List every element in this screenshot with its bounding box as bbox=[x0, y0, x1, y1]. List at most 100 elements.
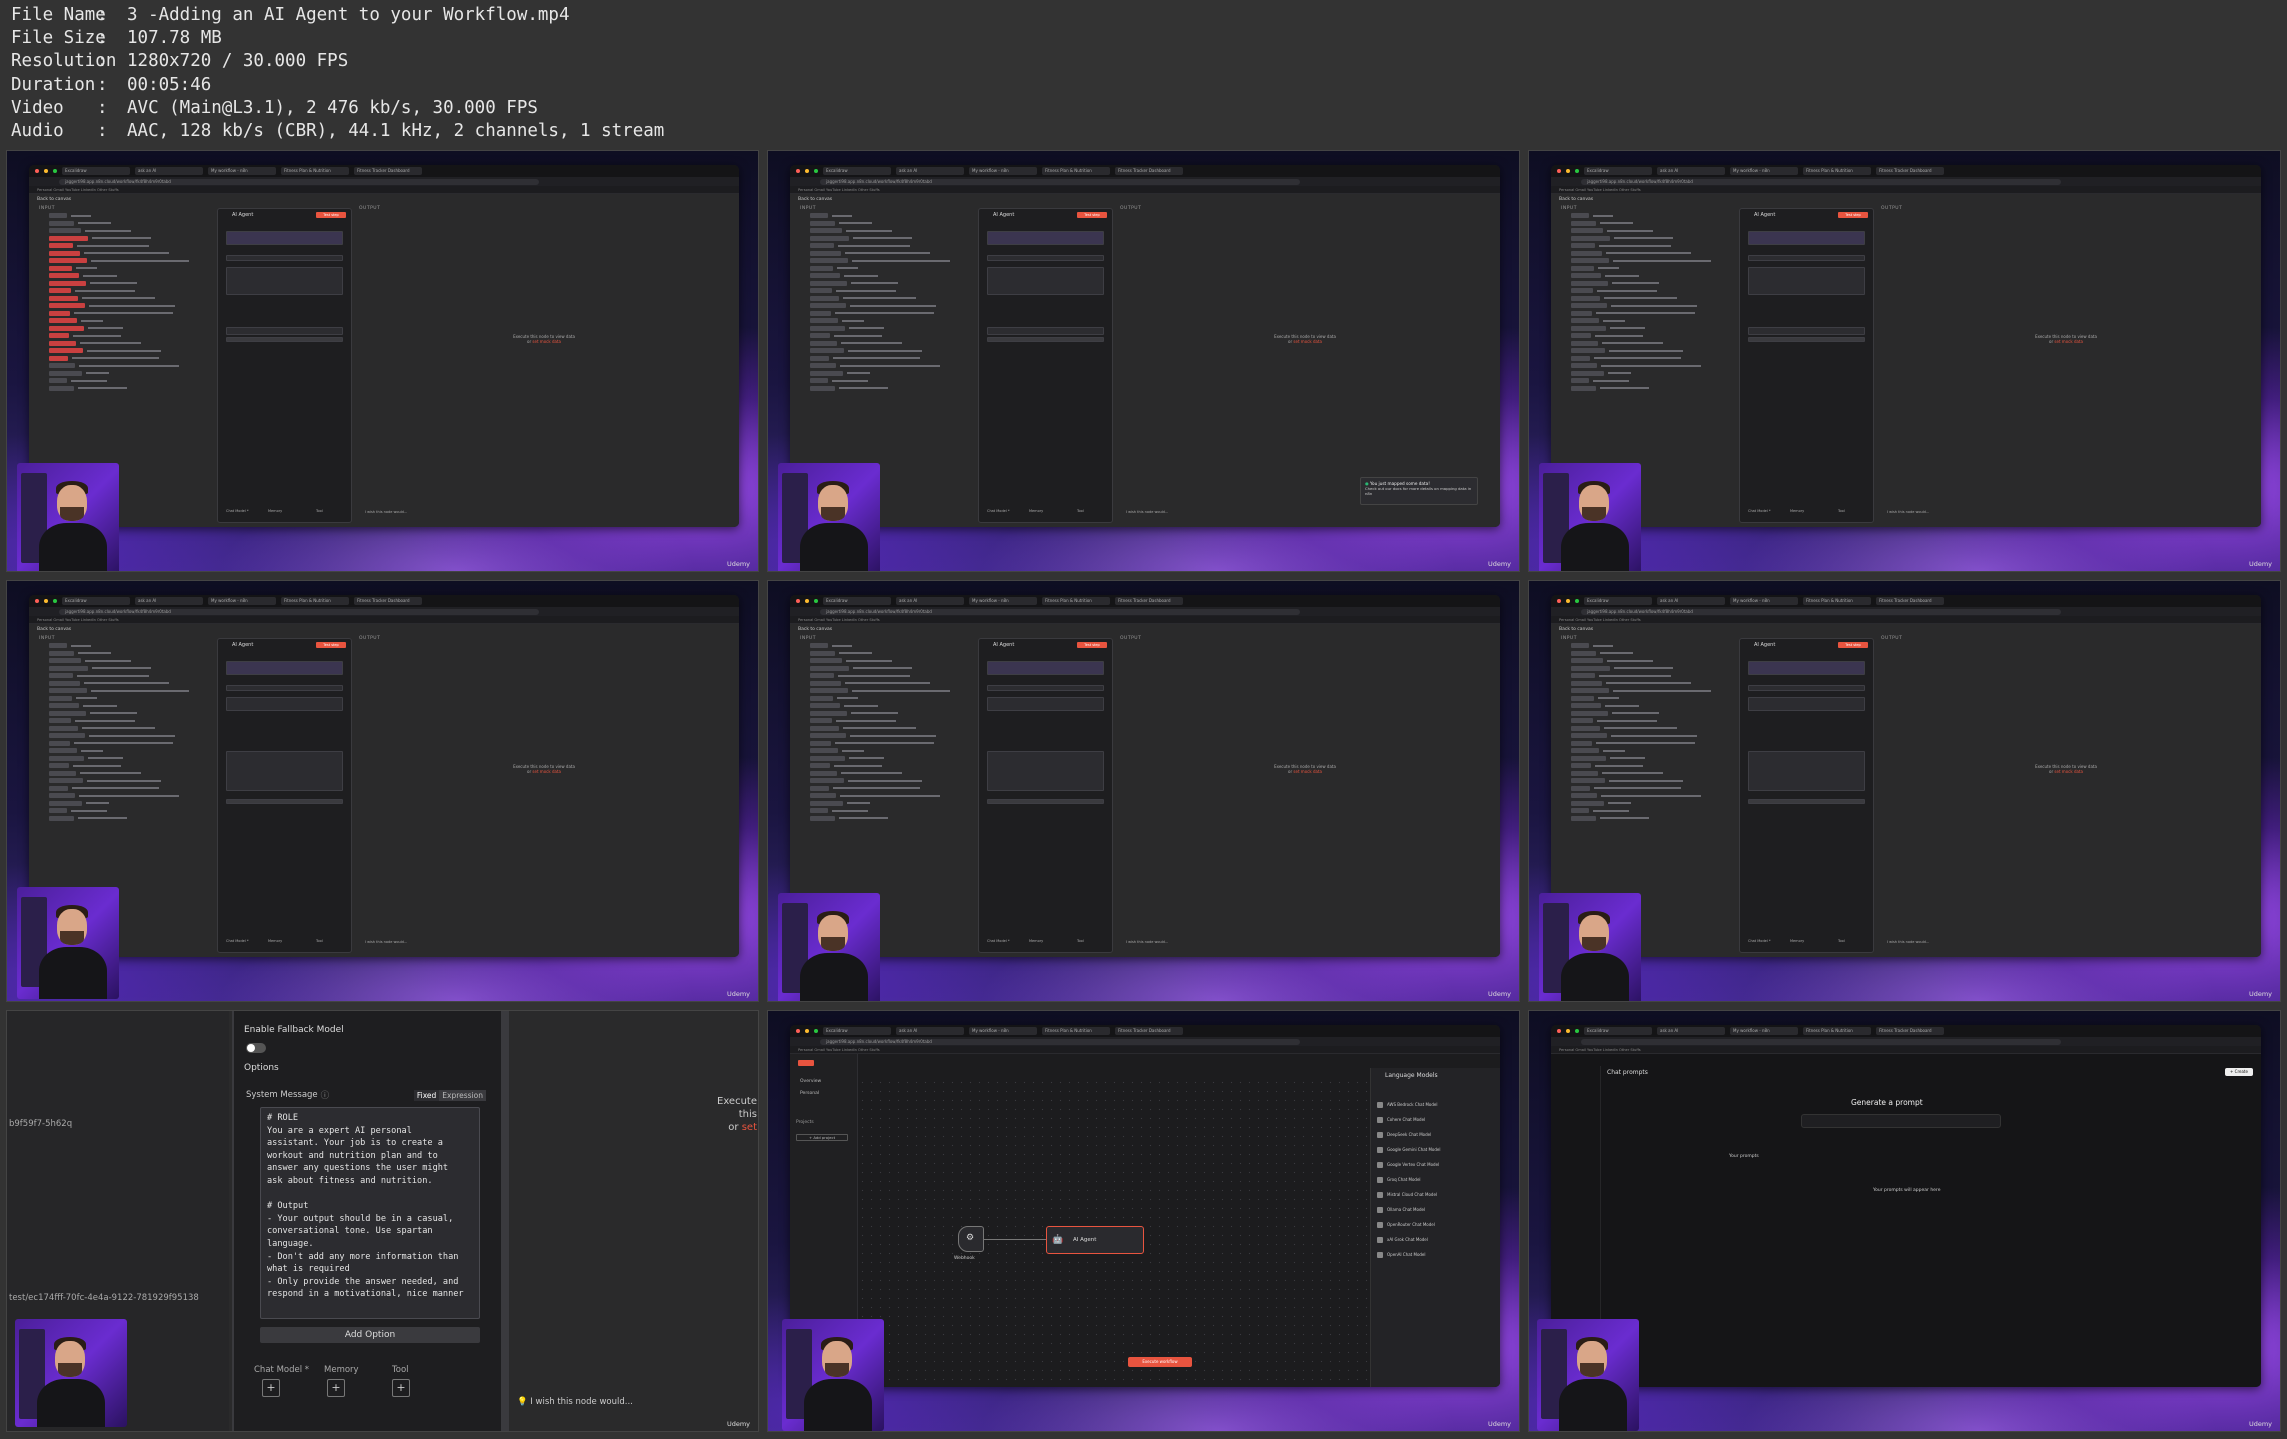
browser-tab[interactable]: My workflow - n8n bbox=[1730, 1027, 1798, 1035]
input-field-row[interactable] bbox=[49, 317, 204, 325]
input-field-row[interactable] bbox=[1571, 340, 1726, 348]
input-field-row[interactable] bbox=[49, 302, 204, 310]
input-field-row[interactable] bbox=[1571, 672, 1726, 680]
input-field-row[interactable] bbox=[1571, 695, 1726, 703]
input-field-row[interactable] bbox=[1571, 347, 1726, 355]
input-field-row[interactable] bbox=[49, 800, 204, 808]
input-field-row[interactable] bbox=[1571, 702, 1726, 710]
test-step-button[interactable]: Test step bbox=[316, 642, 346, 648]
input-field-row[interactable] bbox=[49, 377, 204, 385]
input-field-row[interactable] bbox=[1571, 732, 1726, 740]
input-field-row[interactable] bbox=[810, 280, 965, 288]
input-field-row[interactable] bbox=[49, 807, 204, 815]
system-message-field[interactable] bbox=[987, 327, 1104, 335]
input-field-row[interactable] bbox=[1571, 212, 1726, 220]
system-message-field[interactable] bbox=[987, 751, 1104, 791]
input-field-row[interactable] bbox=[810, 347, 965, 355]
feedback-text[interactable]: I wish this node would... bbox=[1887, 940, 1929, 944]
input-field-row[interactable] bbox=[810, 732, 965, 740]
set-mock-data-link[interactable]: set mock data bbox=[1293, 769, 1322, 774]
input-field-row[interactable] bbox=[1571, 770, 1726, 778]
input-field-row[interactable] bbox=[1571, 310, 1726, 318]
input-field-row[interactable] bbox=[49, 257, 204, 265]
add-option-button[interactable] bbox=[226, 337, 343, 342]
url-field[interactable] bbox=[1581, 1038, 2061, 1045]
browser-tab[interactable]: My workflow - n8n bbox=[208, 167, 276, 175]
input-field-row[interactable] bbox=[49, 732, 204, 740]
system-message-textarea[interactable]: # ROLE You are a expert AI personal assi… bbox=[260, 1107, 480, 1319]
test-step-button[interactable]: Test step bbox=[1077, 642, 1107, 648]
input-field-row[interactable] bbox=[49, 212, 204, 220]
browser-tab[interactable]: Fitness Plan & Nutrition bbox=[1042, 167, 1110, 175]
input-field-row[interactable] bbox=[810, 747, 965, 755]
input-field-row[interactable] bbox=[810, 740, 965, 748]
model-item[interactable]: OpenRouter Chat Model bbox=[1377, 1218, 1495, 1231]
input-field-row[interactable] bbox=[49, 220, 204, 228]
prompt-source-select[interactable] bbox=[1748, 255, 1865, 261]
browser-tab[interactable]: Fitness Plan & Nutrition bbox=[1042, 1027, 1110, 1035]
set-mock-data-link[interactable]: set mock data bbox=[2054, 339, 2083, 344]
input-field-row[interactable] bbox=[1571, 370, 1726, 378]
input-field-row[interactable] bbox=[1571, 317, 1726, 325]
input-field-row[interactable] bbox=[810, 680, 965, 688]
input-field-row[interactable] bbox=[49, 695, 204, 703]
test-step-button[interactable]: Test step bbox=[1838, 642, 1868, 648]
expression-option[interactable]: Expression bbox=[439, 1089, 486, 1101]
test-step-button[interactable]: Test step bbox=[1838, 212, 1868, 218]
input-field-row[interactable] bbox=[810, 362, 965, 370]
input-field-row[interactable] bbox=[1571, 657, 1726, 665]
input-field-row[interactable] bbox=[49, 657, 204, 665]
feedback-text[interactable]: I wish this node would... bbox=[1887, 510, 1929, 514]
add-tool-button[interactable]: + bbox=[392, 1379, 410, 1397]
input-field-row[interactable] bbox=[810, 807, 965, 815]
prompt-field[interactable] bbox=[226, 697, 343, 711]
input-field-row[interactable] bbox=[810, 755, 965, 763]
model-item[interactable]: xAI Grok Chat Model bbox=[1377, 1233, 1495, 1246]
browser-tab[interactable]: Excalidraw bbox=[823, 597, 891, 605]
url-field[interactable]: jaggerti98.app.n8n.cloud/workflow/fk4f8h… bbox=[59, 178, 539, 185]
input-field-row[interactable] bbox=[49, 362, 204, 370]
browser-tab[interactable]: ask an AI bbox=[135, 167, 203, 175]
browser-tab[interactable]: My workflow - n8n bbox=[1730, 597, 1798, 605]
input-field-row[interactable] bbox=[1571, 800, 1726, 808]
input-field-row[interactable] bbox=[49, 242, 204, 250]
input-field-row[interactable] bbox=[1571, 220, 1726, 228]
input-field-row[interactable] bbox=[1571, 287, 1726, 295]
browser-tab[interactable]: Fitness Tracker Dashboard bbox=[1115, 167, 1183, 175]
input-field-row[interactable] bbox=[1571, 295, 1726, 303]
model-item[interactable]: Google Vertex Chat Model bbox=[1377, 1158, 1495, 1171]
input-field-row[interactable] bbox=[49, 280, 204, 288]
input-field-row[interactable] bbox=[810, 370, 965, 378]
add-memory-button[interactable]: + bbox=[327, 1379, 345, 1397]
set-mock-data-link[interactable]: set bbox=[742, 1122, 757, 1133]
system-message-field[interactable] bbox=[1748, 751, 1865, 791]
create-button[interactable]: + Create bbox=[2225, 1068, 2253, 1076]
url-field[interactable]: jaggerti98.app.n8n.cloud/workflow/fk4f8h… bbox=[1581, 608, 2061, 615]
url-field[interactable]: jaggerti98.app.n8n.cloud/workflow/fk4f8h… bbox=[59, 608, 539, 615]
browser-tab[interactable]: Excalidraw bbox=[823, 1027, 891, 1035]
browser-tab[interactable]: Fitness Tracker Dashboard bbox=[354, 597, 422, 605]
browser-tab[interactable]: Fitness Tracker Dashboard bbox=[354, 167, 422, 175]
input-field-row[interactable] bbox=[810, 332, 965, 340]
model-item[interactable]: Ollama Chat Model bbox=[1377, 1203, 1495, 1216]
browser-tab[interactable]: My workflow - n8n bbox=[208, 597, 276, 605]
input-field-row[interactable] bbox=[810, 672, 965, 680]
input-field-row[interactable] bbox=[810, 717, 965, 725]
input-field-row[interactable] bbox=[810, 725, 965, 733]
sidebar-item-overview[interactable]: Overview bbox=[800, 1079, 821, 1084]
model-item[interactable]: Mistral Cloud Chat Model bbox=[1377, 1188, 1495, 1201]
webhook-node[interactable]: ⚙ bbox=[958, 1226, 984, 1252]
input-field-row[interactable] bbox=[810, 265, 965, 273]
input-field-row[interactable] bbox=[810, 792, 965, 800]
input-field-row[interactable] bbox=[810, 385, 965, 393]
prompt-source-select[interactable] bbox=[226, 685, 343, 691]
input-field-row[interactable] bbox=[49, 332, 204, 340]
browser-tab[interactable]: ask an AI bbox=[1657, 1027, 1725, 1035]
browser-tab[interactable]: Excalidraw bbox=[1584, 167, 1652, 175]
model-item[interactable]: Google Gemini Chat Model bbox=[1377, 1143, 1495, 1156]
model-item[interactable]: AWS Bedrock Chat Model bbox=[1377, 1098, 1495, 1111]
sidebar-item-personal[interactable]: Personal bbox=[800, 1091, 819, 1096]
input-field-row[interactable] bbox=[49, 227, 204, 235]
input-field-row[interactable] bbox=[49, 265, 204, 273]
input-field-row[interactable] bbox=[1571, 755, 1726, 763]
